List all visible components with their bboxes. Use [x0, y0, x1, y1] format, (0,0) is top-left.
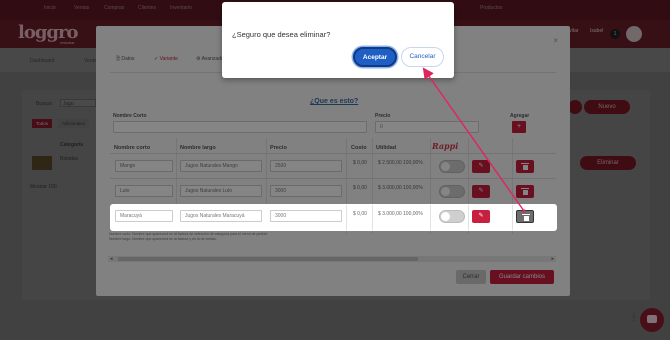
cost-cell: $ 0,00 — [353, 211, 367, 217]
confirm-delete-dialog: ¿Seguro que desea eliminar? Aceptar Canc… — [222, 2, 454, 78]
pencil-icon: ✎ — [478, 213, 484, 219]
trash-icon — [522, 214, 530, 221]
price-cell[interactable]: 3000 — [270, 210, 342, 222]
rappi-toggle[interactable] — [439, 210, 465, 223]
cancel-button[interactable]: Cancelar — [401, 47, 444, 67]
short-name-cell[interactable]: Maracuyá — [115, 210, 173, 222]
long-name-cell[interactable]: Jugos Naturales Maracuyá — [180, 210, 262, 222]
accept-button[interactable]: Aceptar — [353, 47, 397, 67]
delete-row-button[interactable] — [516, 210, 534, 223]
edit-button[interactable]: ✎ — [472, 210, 490, 223]
confirm-message: ¿Seguro que desea eliminar? — [232, 30, 331, 39]
utility-cell: $ 3.000,00 100,00% — [378, 211, 423, 217]
